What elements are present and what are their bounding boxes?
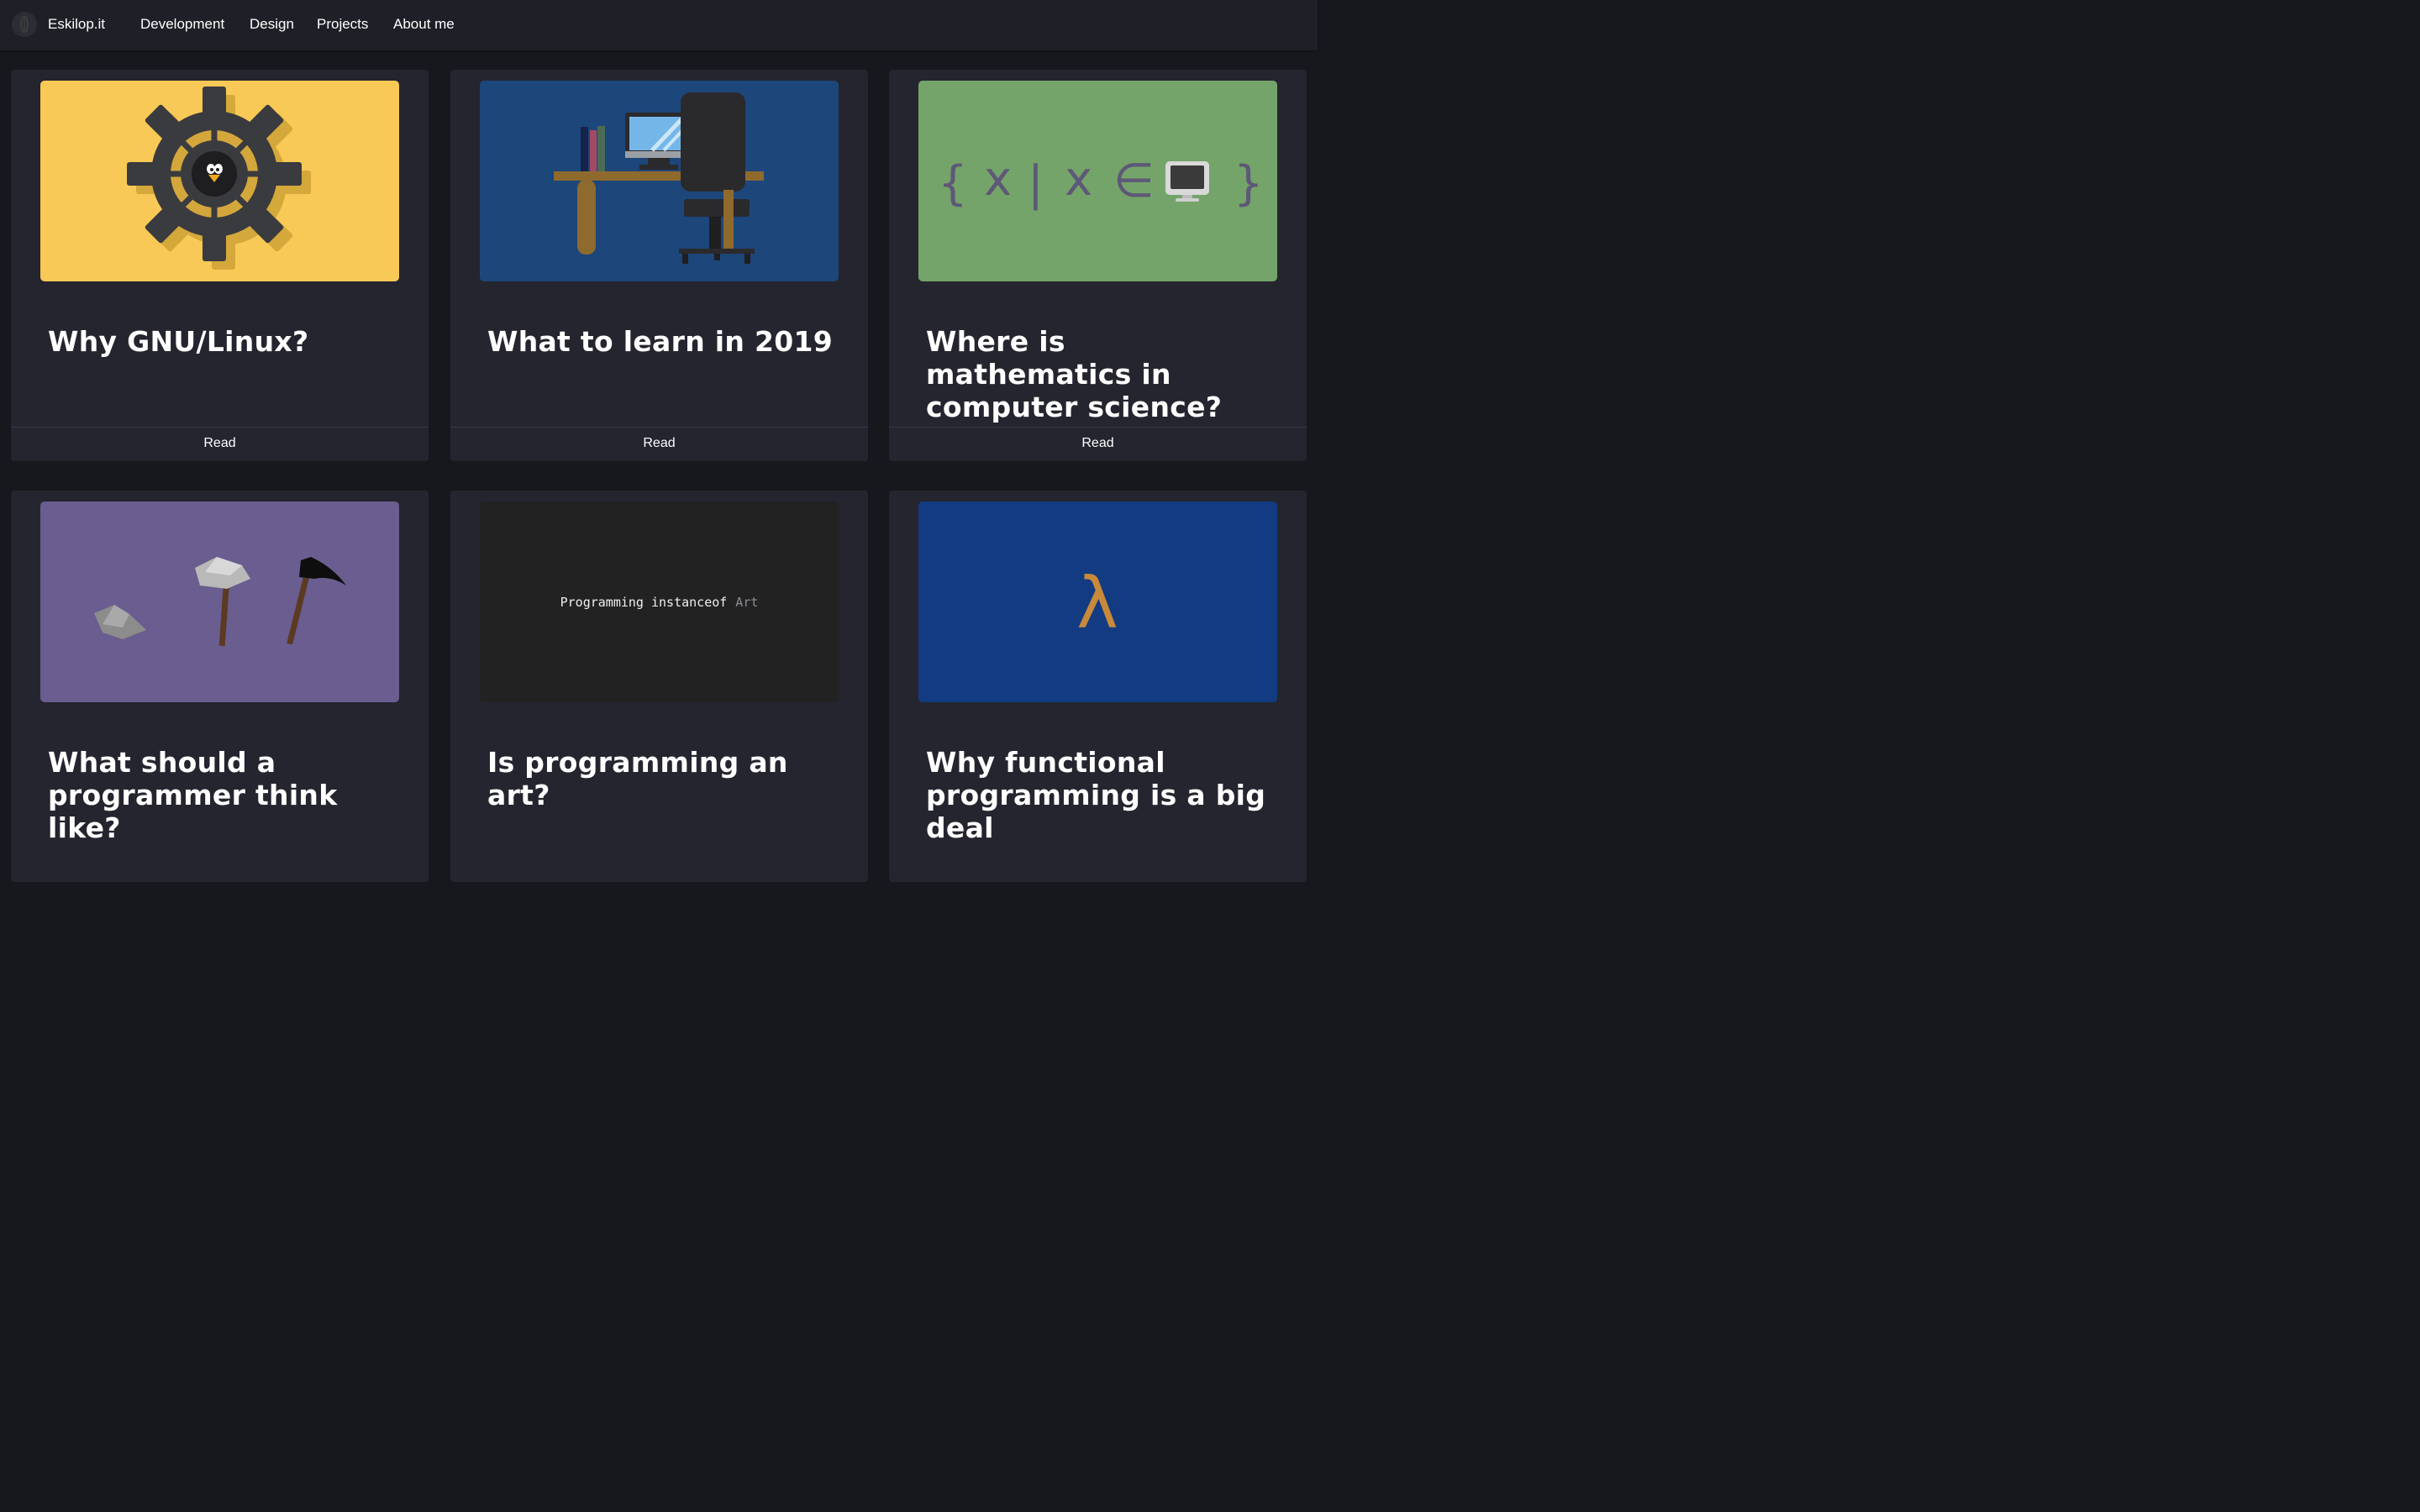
article-card: Why GNU/Linux? Read (11, 70, 429, 461)
nav-design[interactable]: Design (250, 16, 294, 33)
gear-tux-icon[interactable] (40, 81, 399, 281)
article-card: λ Why functional programming is a big de… (889, 491, 1307, 882)
site-logo-icon[interactable] (12, 12, 37, 37)
article-card: Programming instanceof Art Is programmin… (450, 491, 868, 882)
set-notation-icon[interactable]: { x | x ∈ } (918, 81, 1277, 281)
article-title[interactable]: Where is mathematics in computer science… (926, 325, 1279, 423)
lambda-icon[interactable]: λ (918, 501, 1277, 702)
formula-open-brace: { (938, 156, 968, 211)
article-title[interactable]: Is programming an art? (487, 746, 840, 811)
formula-x2: x (1065, 152, 1092, 207)
article-title[interactable]: What should a programmer think like? (48, 746, 401, 844)
code-accent-text: Art (735, 594, 759, 610)
read-button[interactable]: Read (11, 427, 429, 461)
code-main-text: Programming instanceof (560, 594, 728, 610)
formula-element-of: ∈ (1113, 154, 1155, 208)
site-brand[interactable]: Eskilop.it (48, 16, 105, 33)
computer-icon (1165, 161, 1209, 202)
stone-tools-icon[interactable] (40, 501, 399, 702)
lambda-symbol: λ (1076, 562, 1118, 644)
article-card: What should a programmer think like? (11, 491, 429, 882)
read-button[interactable]: Read (450, 427, 868, 461)
formula-bar: | (1028, 156, 1044, 211)
article-title[interactable]: Why functional programming is a big deal (926, 746, 1279, 844)
formula-x1: x (984, 152, 1012, 207)
nav-projects[interactable]: Projects (317, 16, 368, 33)
nav-about-me[interactable]: About me (393, 16, 455, 33)
code-text-icon[interactable]: Programming instanceof Art (480, 501, 839, 702)
nav-development[interactable]: Development (140, 16, 224, 33)
formula-close-brace: } (1234, 156, 1264, 211)
desk-chair-icon[interactable] (480, 81, 839, 281)
article-card: What to learn in 2019 Read (450, 70, 868, 461)
top-navbar: Eskilop.it Development Design Projects A… (0, 0, 1318, 50)
read-button[interactable]: Read (889, 427, 1307, 461)
article-title[interactable]: What to learn in 2019 (487, 325, 840, 358)
article-title[interactable]: Why GNU/Linux? (48, 325, 401, 358)
article-card: { x | x ∈ } Where is mathematics in comp… (889, 70, 1307, 461)
